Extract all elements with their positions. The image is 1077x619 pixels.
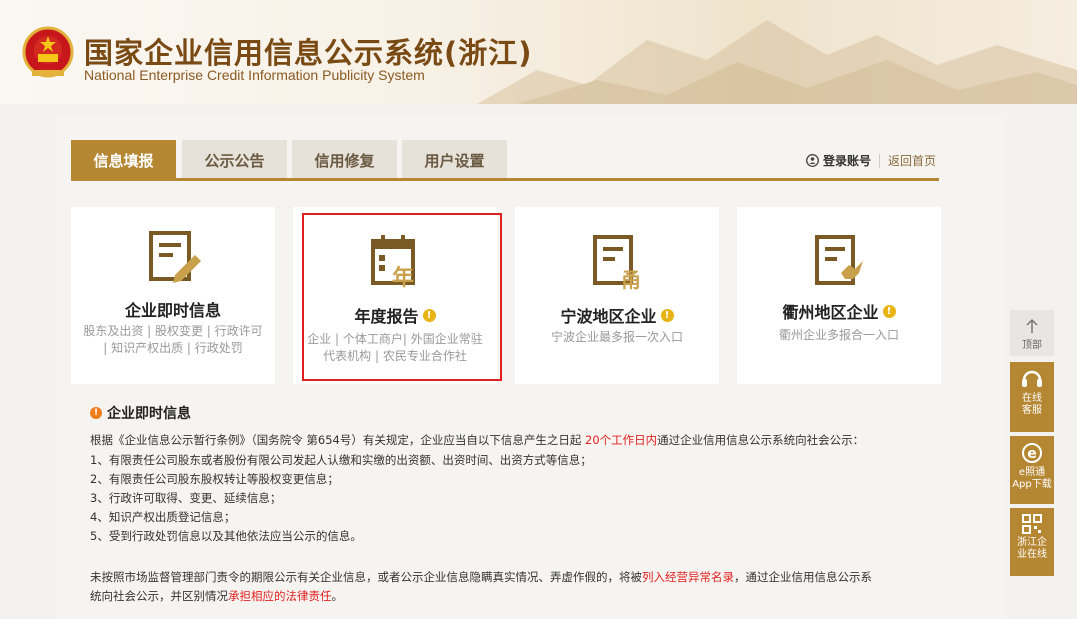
- back-to-top-label: 顶部: [1022, 340, 1042, 351]
- app-download-label: e照通App下载: [1012, 467, 1052, 490]
- deadline-highlight: 20个工作日内: [585, 433, 658, 447]
- card-title: 年度报告: [354, 307, 419, 326]
- arrow-up-icon: [1026, 318, 1038, 333]
- card-title-row: 年度报告!: [293, 303, 497, 327]
- tab-announcements[interactable]: 公示公告: [182, 140, 287, 180]
- note-text: 统向社会公示，并区别情况: [90, 589, 228, 603]
- top-links: 登录账号 返回首页: [806, 152, 936, 169]
- card-title-row: 衢州地区企业!: [737, 299, 941, 323]
- national-emblem-icon: [22, 26, 74, 78]
- tab-underline: [71, 178, 939, 181]
- abnormal-list-highlight: 列入经营异常名录: [642, 570, 734, 584]
- card-title-row: 宁波地区企业!: [515, 303, 719, 327]
- liability-highlight: 承担相应的法律责任: [228, 589, 332, 603]
- card-desc: 衢州企业多报合一入口: [778, 328, 899, 342]
- info-note-line2: 统向社会公示，并区别情况承担相应的法律责任。: [90, 588, 343, 604]
- card-title: 企业即时信息: [124, 301, 221, 320]
- qr-code-icon: [1022, 514, 1042, 534]
- calendar-year-icon: 年: [371, 235, 415, 291]
- info-intro: 根据《企业信息公示暂行条例》（国务院令 第654号）有关规定，企业应当自以下信息…: [90, 432, 864, 448]
- warning-icon: !: [422, 308, 436, 322]
- info-item: 3、行政许可取得、变更、延续信息；: [90, 491, 282, 505]
- svg-text:甬: 甬: [621, 268, 641, 291]
- tab-user-settings[interactable]: 用户设置: [402, 140, 507, 180]
- card-quzhou[interactable]: 衢州地区企业! 衢州企业多报合一入口: [737, 207, 941, 384]
- zhejiang-online-button[interactable]: 浙江企业在线: [1010, 508, 1054, 576]
- back-to-top-button[interactable]: 顶部: [1010, 310, 1054, 356]
- login-account-link[interactable]: 登录账号: [806, 152, 871, 169]
- info-item: 4、知识产权出质登记信息；: [90, 510, 236, 524]
- headset-icon: [1022, 370, 1042, 387]
- site-subtitle: National Enterprise Credit Information P…: [84, 67, 425, 83]
- info-item: 5、受到行政处罚信息以及其他依法应当公示的信息。: [90, 529, 362, 543]
- card-desc: 宁波企业最多报一次入口: [550, 330, 683, 344]
- online-service-label: 在线客服: [1022, 393, 1042, 416]
- card-desc: 股东及出资 | 股权变更 | 行政许可 | 知识产权出质 | 行政处罚: [83, 324, 263, 355]
- card-instant-info[interactable]: 企业即时信息 股东及出资 | 股权变更 | 行政许可 | 知识产权出质 | 行政…: [71, 207, 275, 384]
- note-text: 未按照市场监督管理部门责令的期限公示有关企业信息，或者公示企业信息隐瞒真实情况、…: [90, 570, 642, 584]
- info-item: 1、有限责任公司股东或者股份有限公司发起人认缴和实缴的出资额、出资时间、出资方式…: [90, 453, 592, 467]
- card-title: 宁波地区企业: [560, 307, 657, 326]
- zhejiang-online-label: 浙江企业在线: [1017, 537, 1047, 560]
- divider: [879, 153, 881, 168]
- info-heading: ! 企业即时信息: [90, 403, 191, 423]
- card-annual-report[interactable]: 年 年度报告! 企业 | 个体工商户| 外国企业常驻代表机构 | 农民专业合作社: [293, 207, 497, 384]
- mountain-background: [477, 20, 1077, 104]
- note-text: ，通过企业信用信息公示系: [734, 570, 872, 584]
- card-desc: 企业 | 个体工商户| 外国企业常驻代表机构 | 农民专业合作社: [307, 332, 483, 363]
- svg-text:e: e: [1027, 446, 1037, 462]
- svg-text:年: 年: [392, 265, 414, 291]
- document-yong-icon: 甬: [593, 235, 641, 291]
- intro-text-end: 通过企业信用信息公示系统向社会公示：: [657, 433, 865, 447]
- e-license-icon: e: [1022, 443, 1042, 463]
- site-title: 国家企业信用信息公示系统(浙江): [84, 36, 533, 70]
- info-icon: !: [90, 407, 102, 419]
- document-bird-icon: [815, 235, 863, 285]
- online-service-button[interactable]: 在线客服: [1010, 362, 1054, 432]
- user-icon: [806, 154, 819, 167]
- note-text: 。: [331, 589, 344, 603]
- card-title: 衢州地区企业: [782, 303, 879, 322]
- info-item: 2、有限责任公司股东股权转让等股权变更信息；: [90, 472, 339, 486]
- info-heading-text: 企业即时信息: [107, 406, 191, 422]
- back-home-link[interactable]: 返回首页: [888, 152, 936, 169]
- info-note-line1: 未按照市场监督管理部门责令的期限公示有关企业信息，或者公示企业信息隐瞒真实情况、…: [90, 569, 872, 585]
- warning-icon: !: [660, 308, 674, 322]
- login-label: 登录账号: [823, 154, 872, 168]
- intro-text: 根据《企业信息公示暂行条例》（国务院令 第654号）有关规定，企业应当自以下信息…: [90, 433, 586, 447]
- site-header: 国家企业信用信息公示系统(浙江) National Enterprise Cre…: [0, 0, 1077, 104]
- card-ningbo[interactable]: 甬 宁波地区企业! 宁波企业最多报一次入口: [515, 207, 719, 384]
- app-download-button[interactable]: e e照通App下载: [1010, 436, 1054, 504]
- tab-info-filing[interactable]: 信息填报: [71, 140, 176, 180]
- document-edit-icon: [149, 231, 201, 283]
- tab-credit-repair[interactable]: 信用修复: [292, 140, 397, 180]
- warning-icon: !: [882, 304, 896, 318]
